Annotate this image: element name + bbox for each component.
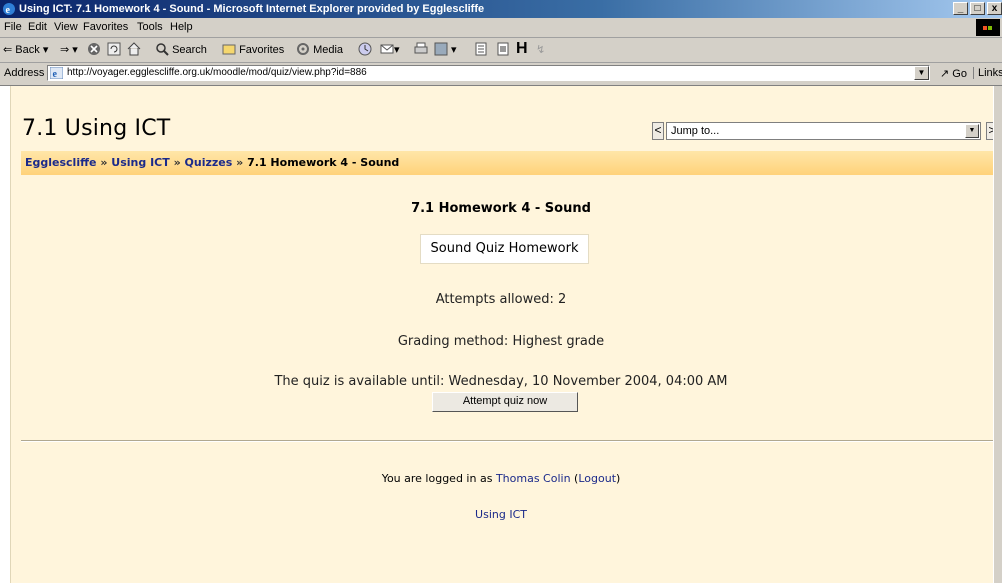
chevron-down-icon: ▼ <box>965 124 979 138</box>
home-icon <box>127 42 141 56</box>
menu-help[interactable]: Help <box>170 21 193 33</box>
login-prefix: You are logged in as <box>381 472 493 485</box>
jump-previous-button[interactable]: < <box>652 122 664 140</box>
print-icon <box>414 42 428 54</box>
attempts-allowed: Attempts allowed: 2 <box>435 292 567 307</box>
discuss-button[interactable] <box>474 42 488 58</box>
address-label: Address <box>4 67 45 79</box>
links-button[interactable]: Links <box>973 67 1002 79</box>
jump-to-selected: Jump to... <box>671 125 720 137</box>
address-url: http://voyager.egglescliffe.org.uk/moodl… <box>67 67 367 78</box>
lightning-icon[interactable]: ↯ <box>536 42 545 58</box>
menu-edit[interactable]: Edit <box>28 21 47 33</box>
back-button[interactable]: ⇐ Back ▾ <box>3 42 48 58</box>
back-label: Back <box>15 44 40 56</box>
breadcrumb-home-link[interactable]: Egglescliffe <box>25 156 96 169</box>
breadcrumb-course-link[interactable]: Using ICT <box>111 156 169 169</box>
menu-tools[interactable]: Tools <box>137 21 163 33</box>
forward-button[interactable]: ⇒ ▾ <box>60 42 78 58</box>
refresh-icon <box>107 42 121 56</box>
favorites-folder-icon <box>222 44 236 55</box>
favorites-button[interactable]: Favorites <box>222 42 284 58</box>
go-button[interactable]: ↗ Go <box>940 67 967 80</box>
go-label: Go <box>952 68 967 80</box>
windows-logo-icon <box>976 19 1000 36</box>
address-bar: Address e http://voyager.egglescliffe.or… <box>0 63 1002 86</box>
menu-favorites[interactable]: Favorites <box>83 21 128 33</box>
chevron-down-icon: ▾ <box>42 44 49 56</box>
stop-button[interactable] <box>87 42 101 58</box>
research-button[interactable] <box>496 42 510 58</box>
media-label: Media <box>313 44 344 56</box>
discuss-icon <box>475 42 487 56</box>
moodle-page: 7.1 Using ICT < Jump to... ▼ > Egglescli… <box>10 86 1002 583</box>
vertical-scrollbar[interactable] <box>993 86 1002 583</box>
stop-icon <box>88 43 100 55</box>
mail-icon <box>380 44 394 54</box>
divider <box>21 440 1001 442</box>
h-toolbar-icon[interactable]: H <box>516 41 528 57</box>
quiz-title: 7.1 Homework 4 - Sound <box>411 201 591 216</box>
print-button[interactable] <box>414 42 428 58</box>
grading-method: Grading method: Highest grade <box>397 334 605 349</box>
breadcrumb-separator: » <box>100 156 108 169</box>
menu-view[interactable]: View <box>54 21 78 33</box>
user-profile-link[interactable]: Thomas Colin <box>496 472 571 485</box>
course-home-link[interactable]: Using ICT <box>11 508 991 521</box>
breadcrumb: Egglescliffe » Using ICT » Quizzes » 7.1… <box>21 151 1001 175</box>
window-title-bar[interactable]: e Using ICT: 7.1 Homework 4 - Sound - Mi… <box>0 0 1002 18</box>
minimize-button[interactable]: _ <box>953 2 968 15</box>
standard-toolbar: ⇐ Back ▾ ⇒ ▾ Search Favorites Media ▾ ▾ … <box>0 38 1002 63</box>
internet-explorer-icon: e <box>3 3 15 16</box>
breadcrumb-separator: » <box>236 156 244 169</box>
edit-button[interactable]: ▾ <box>434 42 457 58</box>
media-button[interactable]: Media <box>296 42 343 58</box>
media-icon <box>297 43 309 55</box>
go-arrow-icon: ↗ <box>940 68 950 80</box>
maximize-button[interactable]: □ <box>970 2 985 15</box>
jump-to-select[interactable]: Jump to... ▼ <box>666 122 981 140</box>
attempt-quiz-button[interactable]: Attempt quiz now <box>432 392 578 412</box>
quiz-availability: The quiz is available until: Wednesday, … <box>274 374 728 389</box>
address-dropdown-button[interactable]: ▼ <box>914 66 929 80</box>
breadcrumb-current: 7.1 Homework 4 - Sound <box>247 156 400 169</box>
quiz-summary: Sound Quiz Homework <box>420 234 589 264</box>
breadcrumb-quizzes-link[interactable]: Quizzes <box>185 156 233 169</box>
close-button[interactable]: x <box>987 2 1002 15</box>
search-icon <box>156 43 169 56</box>
refresh-button[interactable] <box>107 42 121 58</box>
favorites-label: Favorites <box>239 44 285 56</box>
logout-link[interactable]: Logout <box>578 472 616 485</box>
browser-viewport: 7.1 Using ICT < Jump to... ▼ > Egglescli… <box>0 86 1002 583</box>
svg-text:e: e <box>6 5 11 16</box>
menu-bar: File Edit View Favorites Tools Help <box>0 18 1002 38</box>
home-button[interactable] <box>127 42 141 58</box>
mail-button[interactable]: ▾ <box>380 42 400 58</box>
svg-text:e: e <box>53 69 58 79</box>
history-button[interactable] <box>358 42 372 58</box>
breadcrumb-separator: » <box>173 156 181 169</box>
ie-page-icon: e <box>50 67 63 79</box>
search-label: Search <box>172 44 207 56</box>
edit-icon <box>434 42 448 56</box>
research-icon <box>497 42 509 56</box>
window-title: Using ICT: 7.1 Homework 4 - Sound - Micr… <box>19 3 485 15</box>
back-arrow-icon: ⇐ <box>3 44 13 56</box>
history-icon <box>358 42 372 56</box>
menu-file[interactable]: File <box>4 21 22 33</box>
course-title: 7.1 Using ICT <box>22 116 171 141</box>
address-input[interactable]: e http://voyager.egglescliffe.org.uk/moo… <box>47 65 930 81</box>
search-button[interactable]: Search <box>155 42 207 58</box>
login-info: You are logged in as Thomas Colin (Logou… <box>381 472 621 485</box>
